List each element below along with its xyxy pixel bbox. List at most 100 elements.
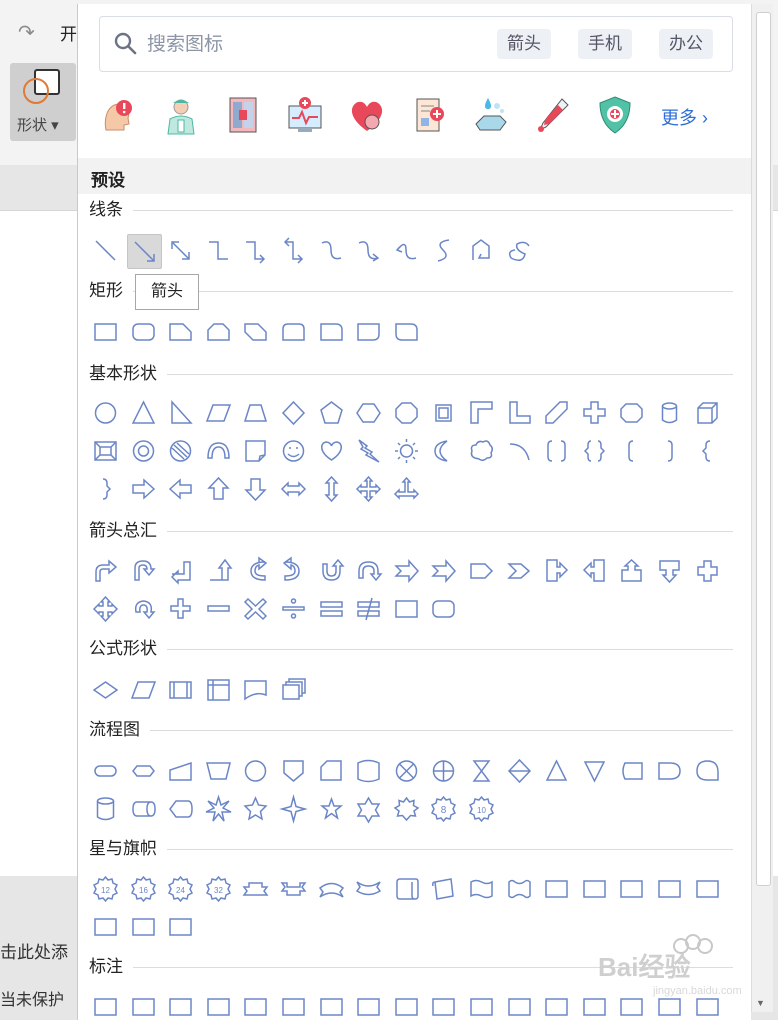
shape-item[interactable] <box>202 592 235 625</box>
shape-item[interactable] <box>390 434 423 467</box>
shape-item[interactable] <box>465 754 498 787</box>
shape-item[interactable] <box>352 234 385 267</box>
shape-item[interactable] <box>691 396 724 429</box>
shape-item[interactable] <box>89 792 122 825</box>
shape-item[interactable] <box>277 396 310 429</box>
shape-item[interactable] <box>465 872 498 905</box>
shape-item[interactable] <box>390 396 423 429</box>
shape-item[interactable] <box>352 315 385 348</box>
shape-item[interactable] <box>126 234 162 269</box>
shape-item[interactable] <box>89 396 122 429</box>
shape-item[interactable] <box>503 434 536 467</box>
shape-item[interactable] <box>427 554 460 587</box>
shape-item[interactable] <box>239 472 272 505</box>
shape-item[interactable] <box>277 673 310 706</box>
shape-item[interactable] <box>578 754 611 787</box>
shape-item[interactable] <box>352 396 385 429</box>
shape-item[interactable] <box>578 554 611 587</box>
search-tag-arrow[interactable]: 箭头 <box>497 29 551 59</box>
shape-item[interactable] <box>202 673 235 706</box>
heart-icon[interactable] <box>346 94 388 136</box>
shape-item[interactable] <box>277 434 310 467</box>
search-input[interactable] <box>145 31 479 59</box>
shape-item[interactable] <box>89 754 122 787</box>
monitor-health-icon[interactable] <box>284 94 326 136</box>
shape-item[interactable] <box>127 673 160 706</box>
shape-item[interactable] <box>578 396 611 429</box>
shape-item[interactable] <box>465 234 498 267</box>
shape-item[interactable] <box>691 554 724 587</box>
shape-item[interactable] <box>127 792 160 825</box>
shape-item[interactable] <box>239 396 272 429</box>
shape-item[interactable] <box>89 592 122 625</box>
shape-item[interactable] <box>427 234 460 267</box>
shape-item[interactable] <box>239 554 272 587</box>
shape-item[interactable] <box>503 396 536 429</box>
shape-item[interactable] <box>277 872 310 905</box>
shape-item[interactable] <box>277 990 310 1020</box>
search-tag-office[interactable]: 办公 <box>659 29 713 59</box>
fridge-icon[interactable] <box>222 94 264 136</box>
shape-item[interactable] <box>540 754 573 787</box>
shape-item[interactable] <box>390 792 423 825</box>
shape-item[interactable] <box>89 234 122 267</box>
shape-item[interactable] <box>315 990 348 1020</box>
shape-item[interactable] <box>315 472 348 505</box>
shape-item[interactable] <box>465 396 498 429</box>
shape-item[interactable] <box>127 990 160 1020</box>
shape-item[interactable] <box>239 754 272 787</box>
scrollbar-thumb[interactable] <box>756 12 771 886</box>
shape-item[interactable] <box>239 673 272 706</box>
shape-item[interactable] <box>315 315 348 348</box>
shape-item[interactable] <box>691 434 724 467</box>
shape-item[interactable] <box>427 396 460 429</box>
shape-item[interactable] <box>164 315 197 348</box>
shape-item[interactable] <box>615 754 648 787</box>
shape-item[interactable] <box>465 990 498 1020</box>
search-tag-phone[interactable]: 手机 <box>578 29 632 59</box>
shape-item[interactable] <box>277 315 310 348</box>
redo-icon[interactable]: ↷ <box>18 20 35 45</box>
shape-button[interactable]: 形状 ▾ <box>10 63 76 141</box>
shape-item[interactable] <box>390 234 423 267</box>
shape-item[interactable] <box>89 315 122 348</box>
shape-item[interactable] <box>315 234 348 267</box>
shape-item[interactable] <box>89 910 122 943</box>
shape-item[interactable]: 10 <box>465 792 498 825</box>
shape-item[interactable] <box>427 434 460 467</box>
shape-item[interactable] <box>465 554 498 587</box>
shape-item[interactable] <box>202 754 235 787</box>
shape-item[interactable] <box>164 990 197 1020</box>
report-icon[interactable] <box>408 94 450 136</box>
shape-item[interactable] <box>540 872 573 905</box>
shape-item[interactable] <box>390 990 423 1020</box>
shape-item[interactable] <box>315 754 348 787</box>
shape-item[interactable] <box>653 396 686 429</box>
shape-item[interactable] <box>653 872 686 905</box>
shape-item[interactable] <box>239 990 272 1020</box>
shape-item[interactable] <box>164 673 197 706</box>
shape-item[interactable] <box>202 554 235 587</box>
scroll-down-icon[interactable]: ▼ <box>756 998 765 1008</box>
shape-item[interactable] <box>615 872 648 905</box>
shape-item[interactable] <box>352 472 385 505</box>
shape-item[interactable] <box>164 592 197 625</box>
shape-item[interactable] <box>653 434 686 467</box>
shape-item[interactable] <box>127 554 160 587</box>
shape-item[interactable] <box>352 434 385 467</box>
shape-item[interactable] <box>503 234 536 267</box>
shape-item[interactable] <box>352 792 385 825</box>
shape-item[interactable] <box>615 554 648 587</box>
shape-item[interactable] <box>202 315 235 348</box>
shape-item[interactable] <box>127 592 160 625</box>
shape-item[interactable] <box>427 754 460 787</box>
shape-item[interactable] <box>127 472 160 505</box>
shape-item[interactable] <box>164 910 197 943</box>
thermometer-icon[interactable] <box>532 94 574 136</box>
shape-item[interactable] <box>127 434 160 467</box>
shape-item[interactable] <box>315 396 348 429</box>
shape-item[interactable] <box>202 792 235 825</box>
ribbon-tab[interactable]: 开 <box>60 20 77 45</box>
head-alert-icon[interactable] <box>98 94 140 136</box>
shape-item[interactable] <box>202 472 235 505</box>
